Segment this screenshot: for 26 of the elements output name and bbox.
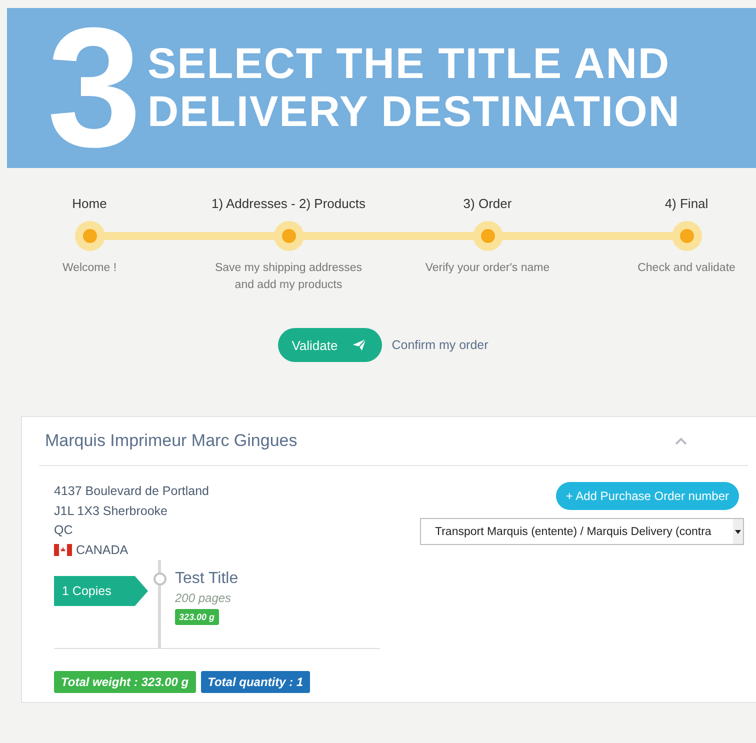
total-badge: Total weight : 323.00 g <box>54 671 196 693</box>
step-description: Save my shipping addresses and add my products <box>214 261 364 293</box>
weight-badge: 323.00 g <box>175 609 219 625</box>
step-label: 1) Addresses - 2) Products <box>212 196 366 212</box>
step-label: 3) Order <box>463 196 512 212</box>
address-line: QC <box>54 522 74 539</box>
banner-title: SELECT THE TITLE AND <box>148 40 672 88</box>
confirm-text: Confirm my order <box>392 338 488 352</box>
step-description: Welcome ! <box>61 261 118 276</box>
copies-tag: 1 Copies <box>54 576 148 606</box>
total-badge: Total quantity : 1 <box>200 671 310 693</box>
banner-title: DELIVERY DESTINATION <box>148 88 680 136</box>
step-number: 3 <box>47 3 138 173</box>
country-name: CANADA <box>76 542 128 558</box>
address-line: 4137 Boulevard de Portland <box>54 483 210 500</box>
step-description: Check and validate <box>636 261 736 276</box>
delivery-select[interactable]: Transport Marquis (entente) / Marquis Delivery (contra <box>420 518 744 545</box>
item-title: Test Title <box>175 570 238 588</box>
card-title: Marquis Imprimeur Marc Gingues <box>45 431 298 451</box>
item-pages: 200 pages <box>175 591 232 605</box>
step-label: 4) Final <box>664 196 708 212</box>
address-line: J1L 1X3 Sherbrooke <box>54 502 169 520</box>
step-description: Verify your order's name <box>424 261 551 276</box>
add-po-button[interactable]: + Add Purchase Order number <box>556 482 739 510</box>
validate-button[interactable]: Validate <box>278 328 382 362</box>
step-label: Home <box>72 196 107 212</box>
